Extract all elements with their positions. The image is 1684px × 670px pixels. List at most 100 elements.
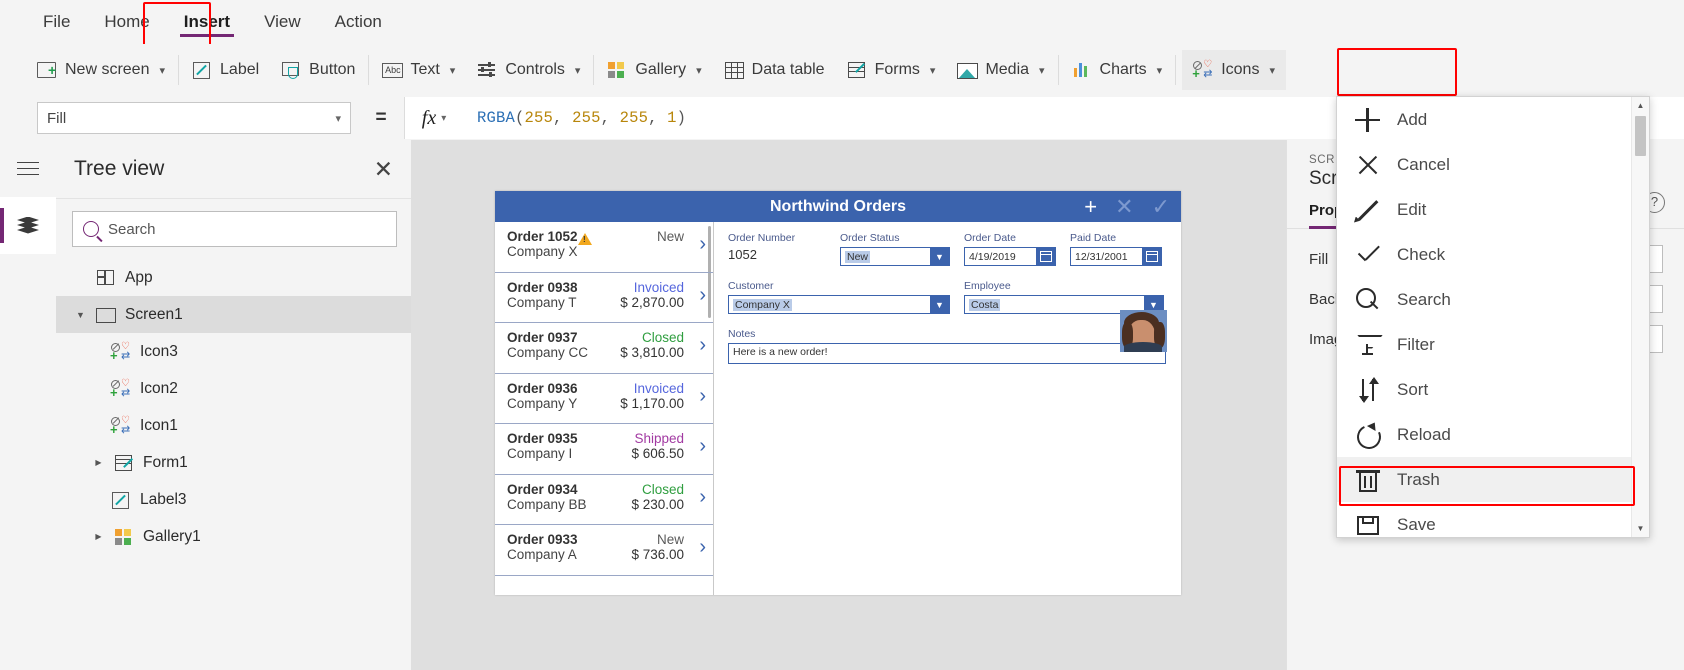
chevron-right-icon[interactable]: › <box>699 335 706 355</box>
order-company: Company A <box>507 547 577 562</box>
tree-node-icon1[interactable]: ♡ + ⇄ Icon1 <box>56 407 411 444</box>
paid-date-value: 12/31/2001 <box>1075 250 1128 263</box>
flyout-item-reload[interactable]: Reload <box>1337 412 1649 457</box>
flyout-scrollbar[interactable]: ▲ ▼ <box>1631 97 1649 537</box>
order-number: Order 1052 <box>507 229 578 244</box>
flyout-item-cancel[interactable]: Cancel <box>1337 142 1649 187</box>
tree-node-label: Label3 <box>140 490 187 508</box>
chevron-right-icon[interactable]: › <box>699 234 706 254</box>
chevron-right-icon[interactable]: › <box>699 487 706 507</box>
flyout-item-trash[interactable]: Trash <box>1337 457 1649 502</box>
ribbon-gallery-button[interactable]: Gallery ▾ <box>596 50 712 90</box>
calendar-icon[interactable] <box>1036 248 1055 265</box>
employee-avatar <box>1120 310 1167 352</box>
order-row[interactable]: Order 1052 New Company X › <box>495 222 713 273</box>
flyout-item-search[interactable]: Search <box>1337 277 1649 322</box>
menu-item-view[interactable]: View <box>247 0 318 44</box>
order-number: Order 0938 <box>507 279 578 295</box>
order-company: Company BB <box>507 496 587 512</box>
order-row[interactable]: Order 0937 Closed Company CC $ 3,810.00 › <box>495 323 713 374</box>
tree-node-icon3[interactable]: ♡ + ⇄ Icon3 <box>56 333 411 370</box>
scroll-down-icon[interactable]: ▼ <box>1632 520 1649 537</box>
ribbon-label-button[interactable]: Label <box>181 50 270 90</box>
flyout-item-add[interactable]: Add <box>1337 97 1649 142</box>
tree-node-app[interactable]: App <box>56 259 411 296</box>
tree-node-label: Screen1 <box>125 305 183 323</box>
menu-item-home[interactable]: Home <box>87 0 166 44</box>
chevron-down-icon: ▾ <box>1269 64 1275 77</box>
app-canvas[interactable]: Northwind Orders + ✕ ✓ Order 1052 New Com… <box>411 140 1286 670</box>
menu-item-file[interactable]: File <box>26 0 87 44</box>
ribbon-icons-button[interactable]: ♡ + ⇄ Icons ▾ <box>1182 50 1286 90</box>
ribbon-button-button[interactable]: Button <box>270 50 366 90</box>
ribbon-media-button[interactable]: Media ▾ <box>946 50 1055 90</box>
flyout-item-edit[interactable]: Edit <box>1337 187 1649 232</box>
rail-hamburger-button[interactable] <box>0 140 56 197</box>
menu-item-label: Home <box>104 12 150 31</box>
data-table-icon <box>724 60 744 80</box>
menu-item-action[interactable]: Action <box>318 0 399 44</box>
ribbon-text-button[interactable]: Abc Text ▾ <box>371 50 466 90</box>
tree-node-screen1[interactable]: ▼ Screen1 <box>56 296 411 333</box>
ribbon-controls-button[interactable]: Controls ▾ <box>466 50 591 90</box>
orders-gallery[interactable]: Order 1052 New Company X › Order 0938 Invo… <box>495 222 714 595</box>
chevron-right-icon[interactable]: › <box>699 386 706 406</box>
tree-node-label3[interactable]: Label3 <box>56 481 411 518</box>
calendar-icon[interactable] <box>1142 248 1161 265</box>
app-icon <box>96 268 116 288</box>
ribbon-data-table-button[interactable]: Data table <box>713 50 836 90</box>
chevron-right-icon[interactable]: › <box>699 537 706 557</box>
flyout-item-check[interactable]: Check <box>1337 232 1649 277</box>
tree-node-icon2[interactable]: ♡ + ⇄ Icon2 <box>56 370 411 407</box>
order-row[interactable]: Order 0934 Closed Company BB $ 230.00 › <box>495 475 713 525</box>
ribbon-label: Controls <box>505 61 565 78</box>
order-row[interactable]: Order 0938 Invoiced Company T $ 2,870.00 › <box>495 273 713 323</box>
order-row[interactable]: Order 0936 Invoiced Company Y $ 1,170.00 › <box>495 374 713 424</box>
chevron-down-icon[interactable]: ▼ <box>930 248 949 265</box>
chevron-right-icon[interactable]: › <box>699 285 706 305</box>
ribbon-new-screen-button[interactable]: New screen ▾ <box>26 50 176 90</box>
order-number: Order 0933 <box>507 532 578 547</box>
expand-arrow-icon[interactable]: ▶ <box>92 458 105 467</box>
order-row[interactable]: Order 0933 New Company A $ 736.00 › <box>495 525 713 576</box>
tree-node-form1[interactable]: ▶ Form1 <box>56 444 411 481</box>
scrollbar-thumb[interactable] <box>1635 116 1646 156</box>
check-icon[interactable]: ✓ <box>1152 195 1170 218</box>
order-status: Shipped <box>634 431 684 446</box>
chevron-down-icon[interactable]: ▼ <box>930 296 949 313</box>
new-screen-icon <box>37 60 57 80</box>
search-input[interactable]: Search <box>72 211 397 247</box>
chevron-right-icon[interactable]: › <box>699 436 706 456</box>
expand-arrow-icon[interactable]: ▶ <box>92 532 105 541</box>
app-preview-screen[interactable]: Northwind Orders + ✕ ✓ Order 1052 New Com… <box>495 191 1181 595</box>
close-icon[interactable]: ✕ <box>374 157 393 181</box>
ribbon-forms-button[interactable]: Forms ▾ <box>836 50 947 90</box>
rail-tree-view-button[interactable] <box>0 197 56 254</box>
order-date-label: Order Date <box>964 232 1016 244</box>
flyout-item-save[interactable]: Save <box>1337 502 1649 547</box>
fx-button[interactable]: fx ▾ <box>404 97 463 139</box>
order-status-dropdown[interactable]: New ▼ <box>840 247 950 266</box>
plus-icon[interactable]: + <box>1084 195 1097 218</box>
flyout-item-filter[interactable]: Filter <box>1337 322 1649 367</box>
tree-node-gallery1[interactable]: ▶ Gallery1 <box>56 518 411 555</box>
ribbon-charts-button[interactable]: Charts ▾ <box>1061 50 1174 90</box>
menu-item-insert[interactable]: Insert <box>167 0 247 44</box>
property-select[interactable]: Fill ▾ <box>37 102 351 134</box>
paid-date-field[interactable]: 12/31/2001 <box>1070 247 1162 266</box>
flyout-item-sort[interactable]: Sort <box>1337 367 1649 412</box>
tree-node-label: Form1 <box>143 453 188 471</box>
app-title: Northwind Orders <box>769 197 906 215</box>
close-icon[interactable]: ✕ <box>1115 195 1133 218</box>
chevron-down-icon: ▾ <box>1156 64 1163 77</box>
customer-dropdown[interactable]: Company X ▼ <box>728 295 950 314</box>
menu-item-label: Action <box>334 12 382 31</box>
collapse-arrow-icon[interactable]: ▼ <box>74 310 87 320</box>
property-select-value: Fill <box>47 109 67 127</box>
form-icon <box>114 453 134 473</box>
order-row[interactable]: Order 0935 Shipped Company I $ 606.50 › <box>495 424 713 475</box>
scroll-up-icon[interactable]: ▲ <box>1632 97 1649 114</box>
order-date-field[interactable]: 4/19/2019 <box>964 247 1056 266</box>
notes-field[interactable]: Here is a new order! <box>728 343 1166 364</box>
tree-view-title: Tree view <box>74 157 165 180</box>
